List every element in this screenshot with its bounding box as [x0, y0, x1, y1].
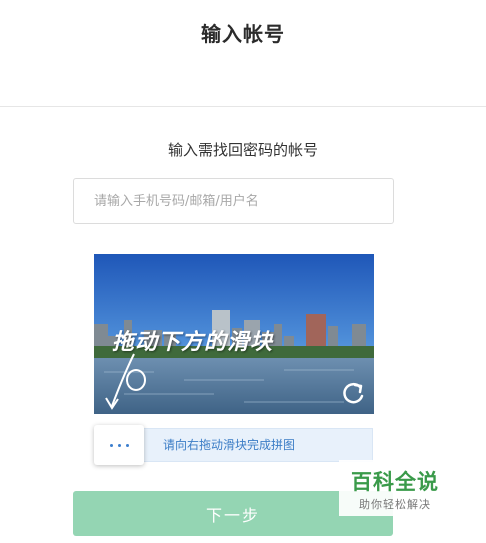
watermark-logo: 百科全说 助你轻松解决 [339, 460, 451, 516]
watermark-title: 百科全说 [351, 470, 439, 494]
captcha-instruction-text: 拖动下方的滑块 [112, 329, 274, 355]
slider-handle[interactable] [94, 425, 144, 465]
captcha-image: 拖动下方的滑块 [94, 254, 374, 414]
dots-icon [109, 443, 129, 447]
refresh-icon[interactable] [338, 378, 368, 408]
header-divider [0, 106, 486, 107]
account-input[interactable] [73, 178, 394, 224]
slider-hint: 请向右拖动滑块完成拼图 [163, 438, 296, 452]
page-title: 输入帐号 [201, 22, 285, 46]
watermark-subtitle: 助你轻松解决 [359, 498, 431, 511]
section-subtitle: 输入需找回密码的帐号 [167, 141, 318, 159]
